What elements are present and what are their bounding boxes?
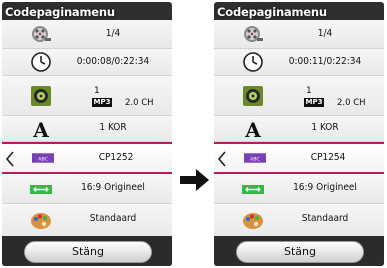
chevron-left-icon[interactable] <box>5 151 15 167</box>
speaker-icon <box>242 85 264 107</box>
time-value: 0:00:11/0:22:34 <box>288 56 362 67</box>
codepage-value: CP1254 <box>310 152 346 163</box>
menu-row-picture[interactable]: Standaard <box>214 204 384 236</box>
clock-icon <box>30 51 52 73</box>
codepage-icon: ABC <box>244 147 272 169</box>
codepage-icon: ABC <box>32 147 60 169</box>
osd-panel-after: Codepaginamenu 1/4 0:00:11/0:22:34 1 MP3… <box>214 2 384 266</box>
aspect-ratio-icon <box>242 178 264 200</box>
menu-row-subtitle[interactable]: A 1 KOR <box>214 116 384 142</box>
audio-channels: 2.0 CH <box>337 98 366 108</box>
osd-menu: 1/4 0:00:08/0:22:34 1 MP3 2.0 CH A 1 KOR <box>2 20 172 236</box>
letter-a-icon: A <box>242 118 264 140</box>
picture-mode-value: Standaard <box>89 213 137 224</box>
audio-track-number: 1 <box>94 86 100 96</box>
title-value: 1/4 <box>105 28 121 39</box>
panel-title: Codepaginamenu <box>217 5 327 19</box>
menu-row-codepage[interactable]: ABC CP1254 <box>214 142 384 174</box>
speaker-icon <box>30 85 52 107</box>
aspect-ratio-icon <box>30 178 52 200</box>
menu-row-audio[interactable]: 1 MP3 2.0 CH <box>2 76 172 116</box>
title-value: 1/4 <box>317 28 333 39</box>
audio-format-badge: MP3 <box>304 98 324 107</box>
menu-row-title[interactable]: 1/4 <box>214 20 384 49</box>
audio-track-number: 1 <box>306 86 312 96</box>
menu-row-time[interactable]: 0:00:08/0:22:34 <box>2 49 172 76</box>
palette-icon <box>30 209 52 231</box>
menu-row-title[interactable]: 1/4 <box>2 20 172 49</box>
codepage-badge-text: ABC <box>250 156 260 162</box>
film-reel-icon <box>242 23 264 45</box>
arrow-right-icon <box>180 168 210 192</box>
aspect-value: 16:9 Origineel <box>81 182 145 193</box>
picture-mode-value: Standaard <box>301 213 349 224</box>
subtitle-value: 1 KOR <box>99 122 127 133</box>
clock-icon <box>242 51 264 73</box>
subtitle-value: 1 KOR <box>311 122 339 133</box>
button-bar: Stäng <box>2 236 172 266</box>
osd-panel-before: Codepaginamenu 1/4 0:00:08/0:22:34 1 MP3… <box>2 2 172 266</box>
osd-menu: 1/4 0:00:11/0:22:34 1 MP3 2.0 CH A 1 KOR <box>214 20 384 236</box>
menu-row-aspect[interactable]: 16:9 Origineel <box>2 174 172 204</box>
film-reel-icon <box>30 23 52 45</box>
panel-title: Codepaginamenu <box>5 5 115 19</box>
close-button[interactable]: Stäng <box>24 241 152 263</box>
menu-row-codepage[interactable]: ABC CP1252 <box>2 142 172 174</box>
audio-channels: 2.0 CH <box>125 98 154 108</box>
chevron-left-icon[interactable] <box>217 151 227 167</box>
codepage-value: CP1252 <box>98 152 134 163</box>
time-value: 0:00:08/0:22:34 <box>76 56 150 67</box>
aspect-value: 16:9 Origineel <box>293 182 357 193</box>
audio-format-badge: MP3 <box>92 98 112 107</box>
palette-icon <box>242 209 264 231</box>
svg-text:A: A <box>244 118 261 140</box>
button-bar: Stäng <box>214 236 384 266</box>
svg-text:A: A <box>32 118 49 140</box>
menu-row-audio[interactable]: 1 MP3 2.0 CH <box>214 76 384 116</box>
menu-row-subtitle[interactable]: A 1 KOR <box>2 116 172 142</box>
menu-row-aspect[interactable]: 16:9 Origineel <box>214 174 384 204</box>
menu-row-time[interactable]: 0:00:11/0:22:34 <box>214 49 384 76</box>
menu-row-picture[interactable]: Standaard <box>2 204 172 236</box>
letter-a-icon: A <box>30 118 52 140</box>
codepage-badge-text: ABC <box>38 156 48 162</box>
close-button[interactable]: Stäng <box>236 241 364 263</box>
